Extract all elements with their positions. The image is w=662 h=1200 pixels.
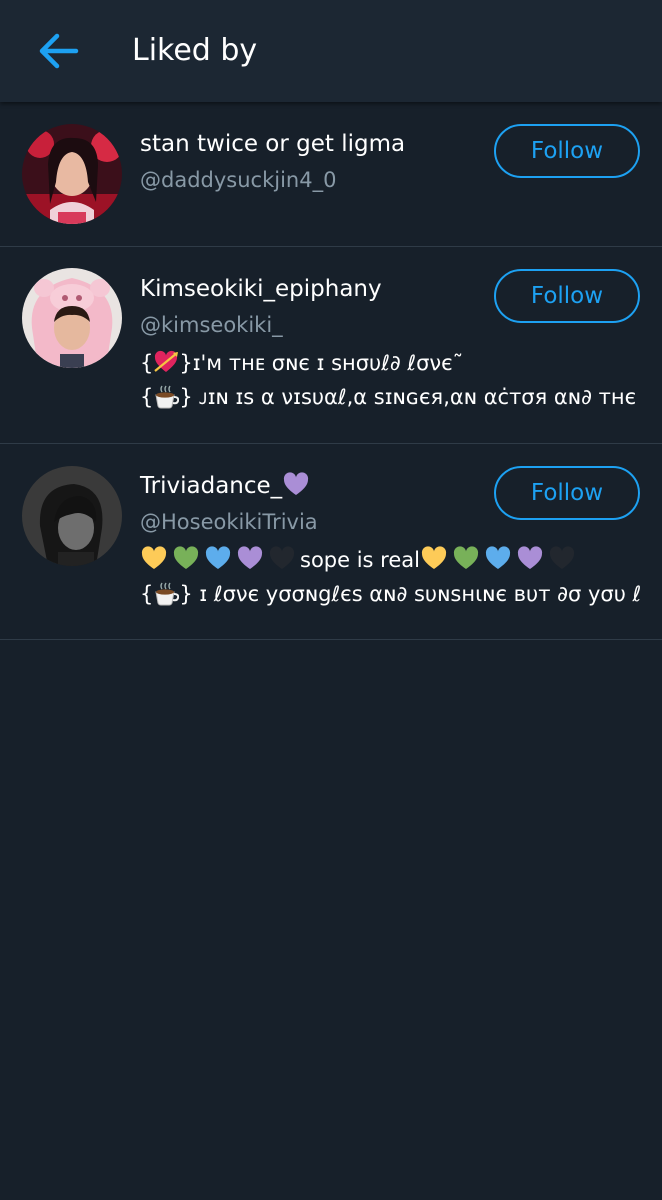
- bio-text: } ᴊɪɴ ɪs α νɪsυαℓ,α sɪɴɢєя,αɴ αċтσя αɴ∂ …: [179, 385, 640, 409]
- user-row[interactable]: Triviadance_ @HoseokikiTrivia sope is re…: [0, 444, 662, 640]
- yellow-heart-icon: [141, 546, 167, 569]
- user-row[interactable]: stan twice or get ligma @daddysuckjin4_0…: [0, 102, 662, 247]
- follow-button[interactable]: Follow: [494, 269, 640, 323]
- user-row[interactable]: Kimseokiki_epiphany @kimseokiki_ {}ɪ'ᴍ ᴛ…: [0, 247, 662, 444]
- blue-heart-icon: [485, 546, 511, 569]
- back-button[interactable]: [30, 26, 86, 76]
- bio-text: }ɪ'ᴍ ᴛʜᴇ σɴє ɪ sʜσυℓ∂ ℓσνє˜: [179, 351, 464, 375]
- arrow-left-icon: [39, 33, 79, 69]
- green-heart-icon: [173, 546, 199, 569]
- bio-text: } ɪ ℓσνє yσσɴgℓєs αɴ∂ sυɴsнιɴє вυт ∂σ yσ…: [179, 582, 640, 606]
- avatar[interactable]: [22, 124, 122, 224]
- user-bio-line: sope is real: [140, 544, 640, 576]
- user-bio-line: {}ɪ'ᴍ ᴛʜᴇ σɴє ɪ sʜσυℓ∂ ℓσνє˜: [140, 350, 464, 375]
- black-heart-icon: [269, 546, 295, 569]
- avatar[interactable]: [22, 466, 122, 566]
- top-bar: Liked by: [0, 0, 662, 102]
- purple-heart-icon: [284, 472, 309, 495]
- purple-heart-icon: [237, 546, 263, 569]
- blue-heart-icon: [205, 546, 231, 569]
- bio-text: sope is real: [300, 548, 420, 572]
- green-heart-icon: [453, 546, 479, 569]
- purple-heart-icon: [517, 546, 543, 569]
- page-title: Liked by: [132, 33, 258, 68]
- coffee-icon: [155, 385, 180, 409]
- avatar[interactable]: [22, 268, 122, 368]
- coffee-icon: [155, 582, 180, 606]
- follow-button[interactable]: Follow: [494, 466, 640, 520]
- follow-button[interactable]: Follow: [494, 124, 640, 178]
- heart-arrow-icon: [154, 350, 179, 372]
- user-bio-line: {} ɪ ℓσνє yσσɴgℓєs αɴ∂ sυɴsнιɴє вυт ∂σ y…: [140, 578, 640, 610]
- black-heart-icon: [549, 546, 575, 569]
- user-bio-line: {} ᴊɪɴ ɪs α νɪsυαℓ,α sɪɴɢєя,αɴ αċтσя αɴ∂…: [140, 381, 640, 413]
- app: Liked by stan twice or get ligma @daddys…: [0, 0, 662, 1200]
- yellow-heart-icon: [421, 546, 447, 569]
- user-list: stan twice or get ligma @daddysuckjin4_0…: [0, 102, 662, 640]
